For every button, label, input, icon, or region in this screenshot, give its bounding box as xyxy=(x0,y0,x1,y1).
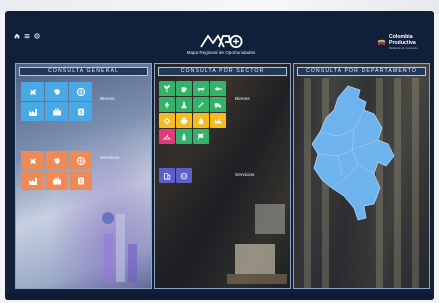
tile-general-servicios-factory[interactable] xyxy=(21,171,44,190)
tile-general-bienes-bull[interactable] xyxy=(21,82,44,101)
bull-icon xyxy=(29,157,36,164)
colombia-productiva-logo[interactable]: Colombia Productiva Ministerio de Comerc… xyxy=(377,34,418,51)
home-icon[interactable] xyxy=(14,33,20,41)
label-general-bienes[interactable]: Bienes xyxy=(100,97,115,102)
tile-general-bienes-dollar[interactable]: $ xyxy=(69,102,92,121)
gear-icon xyxy=(163,117,171,124)
label-sector-bienes[interactable]: Bienes xyxy=(235,97,250,102)
printer-icon xyxy=(180,117,188,124)
tile-sector-beverages[interactable] xyxy=(176,129,192,144)
building-icon xyxy=(164,172,171,180)
tile-general-bienes-factory[interactable] xyxy=(21,102,44,121)
flag-icon xyxy=(198,133,205,140)
tile-sector-transport[interactable] xyxy=(210,97,226,112)
tile-sector-food[interactable] xyxy=(176,81,192,96)
tile-general-bienes-briefcase[interactable] xyxy=(45,102,68,121)
bottle-icon xyxy=(182,133,186,140)
factory-icon xyxy=(28,108,37,116)
tile-sector-livestock[interactable] xyxy=(193,81,209,96)
globe-icon xyxy=(180,172,188,179)
tile-general-servicios-briefcase[interactable] xyxy=(45,171,68,190)
tile-sector-energy[interactable] xyxy=(193,113,209,128)
tile-general-servicios-dollar[interactable]: $ xyxy=(69,171,92,190)
label-sector-servicios[interactable]: Servicios xyxy=(235,173,254,178)
cow-icon xyxy=(53,157,60,164)
tile-sector-printing[interactable] xyxy=(176,113,192,128)
truck-icon xyxy=(214,102,222,108)
panel-consulta-sector: CONSULTA POR SECTOR Bienes Servicios xyxy=(154,63,291,289)
tile-sector-forestry[interactable] xyxy=(159,97,175,112)
cp-flag-icon xyxy=(377,39,386,46)
tile-sector-servicios-building[interactable] xyxy=(159,168,175,183)
cup-icon xyxy=(181,86,187,92)
topbar: Mapa Regional de Oportunidades Colombia … xyxy=(5,11,434,63)
tile-sector-metalwork[interactable] xyxy=(159,113,175,128)
app-window: Mapa Regional de Oportunidades Colombia … xyxy=(5,11,434,300)
menu-icon[interactable] xyxy=(24,33,30,41)
tile-general-servicios-bull[interactable] xyxy=(21,151,44,170)
svg-text:$: $ xyxy=(79,179,82,185)
panel-consulta-general: CONSULTA GENERAL Bienes $ Servicios $ xyxy=(15,63,152,289)
tile-sector-other[interactable] xyxy=(193,129,209,144)
mro-logo[interactable]: Mapa Regional de Oportunidades xyxy=(175,33,267,55)
plant-icon xyxy=(164,84,170,92)
cow-icon xyxy=(197,86,205,91)
tile-general-servicios-cow[interactable] xyxy=(45,151,68,170)
panel-title-sector[interactable]: CONSULTA POR SECTOR xyxy=(158,67,287,76)
hanger-icon xyxy=(163,133,171,139)
fish-icon xyxy=(214,86,222,91)
dollar-icon: $ xyxy=(77,108,84,116)
tile-general-bienes-cow[interactable] xyxy=(45,82,68,101)
tile-sector-fishing[interactable] xyxy=(210,81,226,96)
svg-text:$: $ xyxy=(79,110,82,116)
panel-title-departamento[interactable]: CONSULTA POR DEPARTAMENTO xyxy=(297,67,426,76)
tile-sector-chemistry[interactable] xyxy=(176,97,192,112)
dollar-icon: $ xyxy=(77,177,84,185)
tile-sector-servicios-globe[interactable] xyxy=(176,168,192,183)
footer-bar xyxy=(5,293,434,300)
chemistry-icon xyxy=(181,101,187,108)
factory-icon xyxy=(28,177,37,185)
nav-icons xyxy=(14,33,40,41)
oil-icon xyxy=(198,117,204,124)
globe-icon xyxy=(76,87,85,96)
tools-icon xyxy=(198,101,204,108)
tile-sector-machinery[interactable] xyxy=(210,113,226,128)
logo-subtitle: Mapa Regional de Oportunidades xyxy=(186,50,256,55)
tile-sector-textiles[interactable] xyxy=(159,129,175,144)
tree-icon xyxy=(164,101,170,108)
settings-icon[interactable] xyxy=(34,33,40,41)
panel-title-general[interactable]: CONSULTA GENERAL xyxy=(19,67,148,76)
colombia-map[interactable] xyxy=(308,84,400,224)
mro-logo-mark xyxy=(200,34,243,48)
cp-tagline: Ministerio de Comercio xyxy=(389,46,418,51)
panel-consulta-departamento: CONSULTA POR DEPARTAMENTO xyxy=(293,63,430,289)
tile-general-bienes-globe[interactable] xyxy=(69,82,92,101)
globe-icon xyxy=(76,156,85,165)
background-warehouse-graphic xyxy=(227,204,287,284)
briefcase-icon xyxy=(52,108,61,115)
briefcase-icon xyxy=(52,177,61,184)
background-chart-graphic xyxy=(102,212,137,282)
machine-icon xyxy=(214,118,222,123)
cow-icon xyxy=(53,88,60,95)
tile-sector-tools[interactable] xyxy=(193,97,209,112)
tile-general-servicios-globe[interactable] xyxy=(69,151,92,170)
bull-icon xyxy=(29,88,36,95)
tile-sector-agriculture[interactable] xyxy=(159,81,175,96)
label-general-servicios[interactable]: Servicios xyxy=(100,156,119,161)
